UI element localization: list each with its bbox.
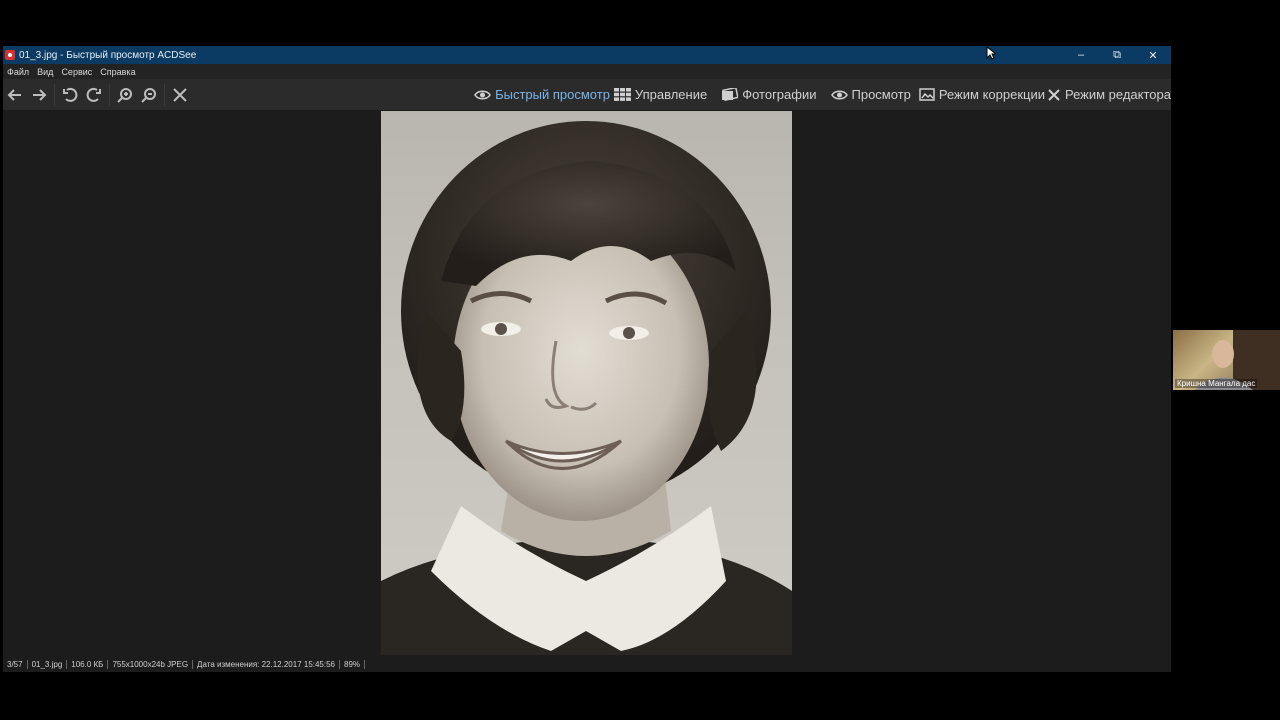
window-title: 01_3.jpg - Быстрый просмотр ACDSee (19, 49, 197, 61)
status-filesize: 106.0 КБ (67, 659, 109, 669)
zoom-out-button[interactable] (137, 83, 161, 107)
rotate-left-button[interactable] (58, 83, 82, 107)
menu-view[interactable]: Вид (37, 67, 53, 77)
webcam-overlay: Кришна Мангала дас (1173, 330, 1280, 390)
toolbar: Быстрый просмотр Управление Фотографии П… (3, 79, 1171, 110)
menu-help[interactable]: Справка (100, 67, 135, 77)
mouse-cursor-icon (986, 46, 996, 60)
forward-button[interactable] (27, 83, 51, 107)
mode-photos-label: Фотографии (742, 87, 817, 102)
status-index: 3/57 (3, 659, 28, 669)
forward-arrow-icon (33, 88, 47, 101)
maximize-button[interactable]: ⧉ (1099, 46, 1135, 64)
grid-icon (613, 88, 631, 101)
mode-quick-view[interactable]: Быстрый просмотр (474, 87, 610, 102)
edit-icon (1048, 88, 1060, 101)
status-bar: 3/57 01_3.jpg 106.0 КБ 755x1000x24b JPEG… (3, 656, 1171, 672)
zoom-in-icon (117, 87, 132, 103)
webcam-participant-name: Кришна Мангала дас (1175, 379, 1258, 388)
acdsee-app-icon (5, 50, 15, 60)
eye-icon (830, 90, 848, 99)
mode-view[interactable]: Просмотр (830, 87, 911, 102)
status-zoom: 89% (340, 659, 366, 669)
mode-quick-view-label: Быстрый просмотр (495, 87, 610, 102)
menu-bar: Файл Вид Сервис Справка (3, 64, 1171, 79)
rotate-right-button[interactable] (82, 83, 106, 107)
mode-manage[interactable]: Управление (613, 87, 708, 102)
eye-icon (474, 90, 491, 99)
mode-edit[interactable]: Режим редактора (1047, 87, 1171, 102)
mode-photos[interactable]: Фотографии (721, 87, 817, 102)
mode-develop-label: Режим коррекции (938, 87, 1045, 102)
close-image-button[interactable] (168, 83, 192, 107)
mode-manage-label: Управление (634, 87, 708, 102)
back-arrow-icon (7, 88, 21, 101)
status-modified: Дата изменения: 22.12.2017 15:45:56 (193, 659, 341, 669)
rotate-left-icon (63, 87, 78, 102)
menu-file[interactable]: Файл (7, 67, 29, 77)
mode-edit-label: Режим редактора (1064, 87, 1171, 102)
status-dimensions: 755x1000x24b JPEG (108, 659, 194, 669)
mode-view-label: Просмотр (851, 87, 911, 102)
mode-switcher: Быстрый просмотр Управление Фотографии П… (460, 79, 1171, 110)
develop-icon (919, 88, 935, 101)
photos-icon (722, 88, 739, 101)
zoom-out-icon (141, 87, 156, 103)
status-filename: 01_3.jpg (28, 659, 68, 669)
image-viewer[interactable] (3, 110, 1171, 660)
displayed-photo (381, 111, 792, 655)
rotate-right-icon (86, 87, 101, 102)
back-button[interactable] (3, 83, 27, 107)
close-x-icon (173, 87, 187, 102)
portrait-photo-image (381, 121, 792, 655)
minimize-button[interactable]: – (1063, 46, 1099, 64)
zoom-in-button[interactable] (113, 83, 137, 107)
close-button[interactable]: ✕ (1135, 46, 1171, 64)
acdsee-window: 01_3.jpg - Быстрый просмотр ACDSee – ⧉ ✕… (3, 46, 1171, 672)
mode-develop[interactable]: Режим коррекции (919, 87, 1045, 102)
menu-tools[interactable]: Сервис (61, 67, 92, 77)
